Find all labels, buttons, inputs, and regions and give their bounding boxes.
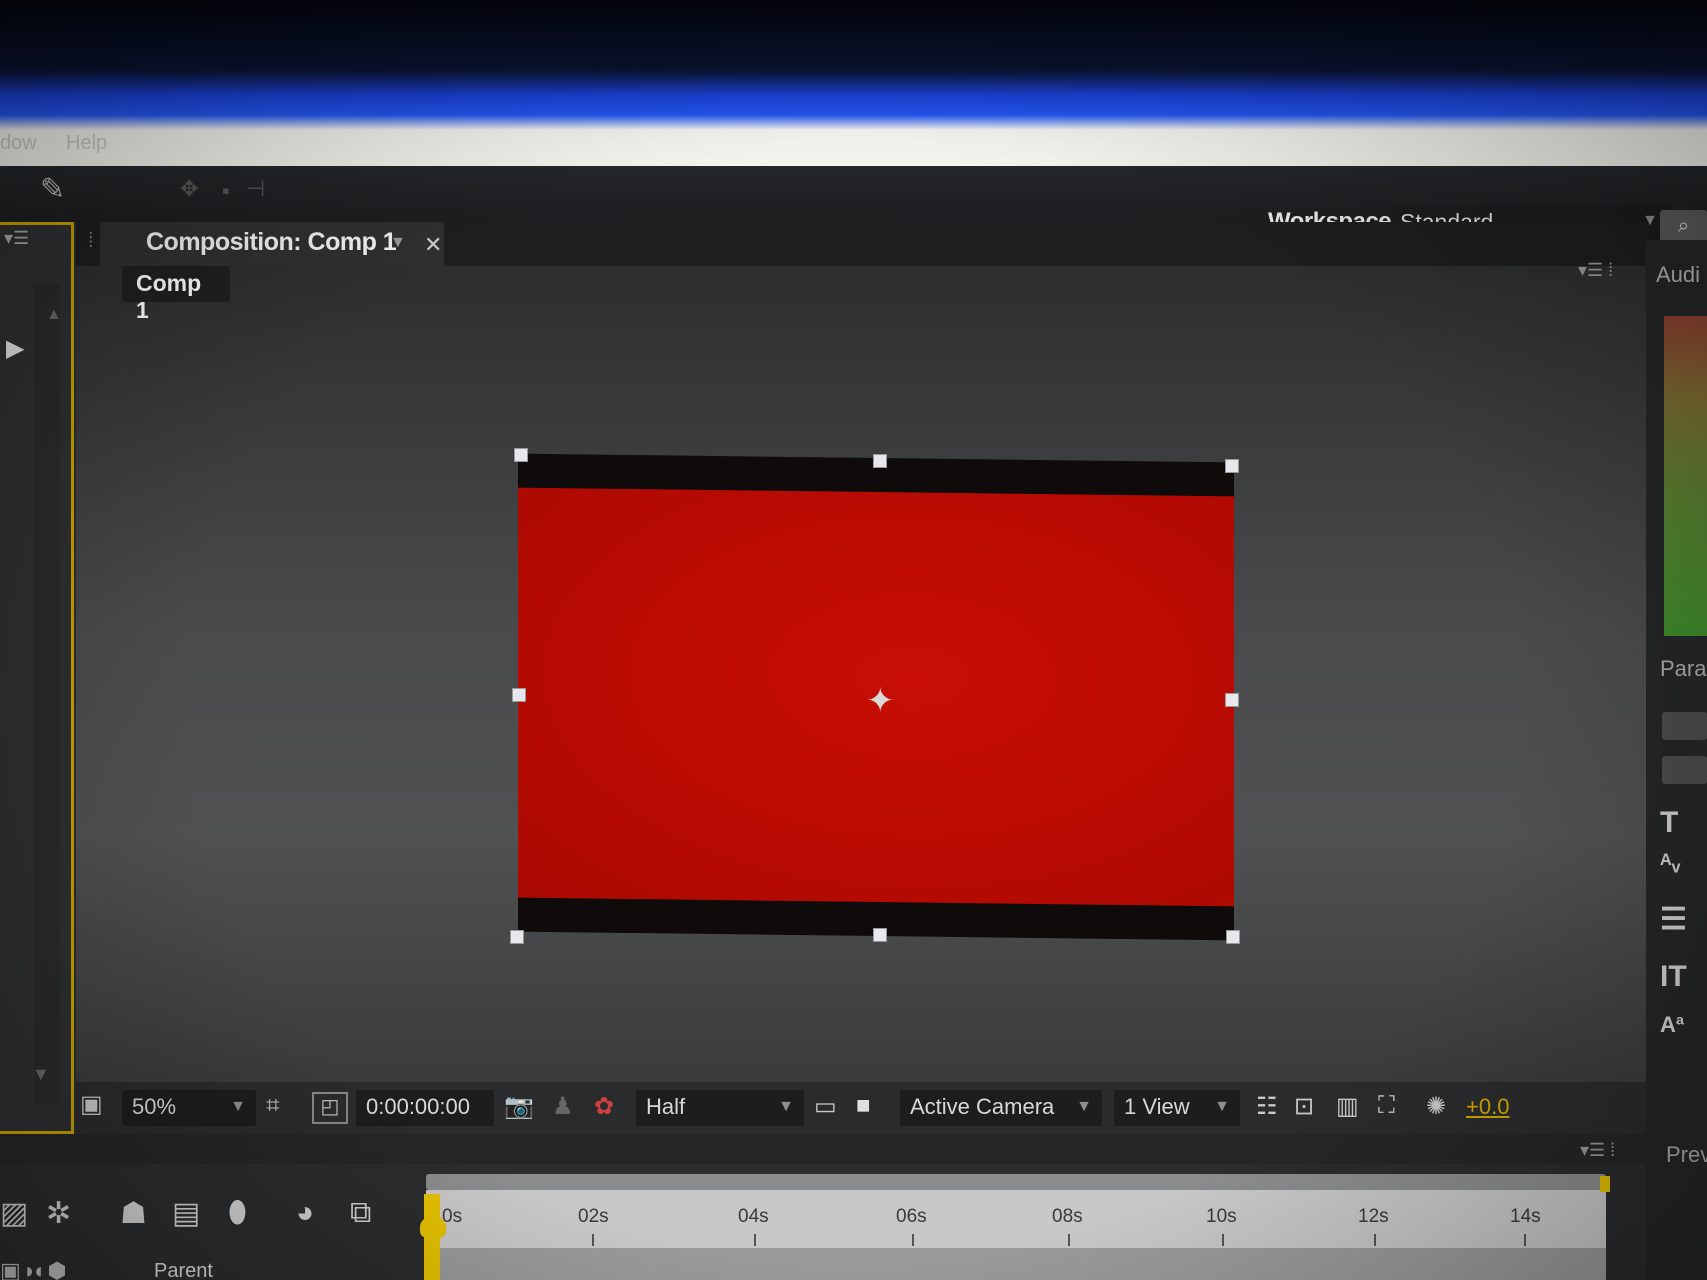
layer-track[interactable] — [426, 1248, 1606, 1280]
handle-top-left[interactable] — [514, 448, 528, 462]
zoom-value: 50% — [132, 1094, 177, 1119]
handle-middle-left[interactable] — [512, 688, 526, 702]
tick-mark — [912, 1234, 914, 1246]
tick-label: 12s — [1358, 1206, 1389, 1227]
toggle-pixel-aspect-icon[interactable]: ☷ — [1256, 1092, 1278, 1121]
tick-mark — [1222, 1234, 1224, 1246]
local-axis-icon[interactable]: ▪ — [222, 178, 230, 204]
panel-menu-icon[interactable]: ▾☰ ⁞ — [1580, 1140, 1615, 1161]
flowchart-icon[interactable]: ⛶ — [1378, 1092, 1395, 1120]
handle-bottom-center[interactable] — [873, 928, 887, 942]
menu-bar: dow Help — [0, 122, 1707, 166]
chevron-down-icon: ▼ — [778, 1098, 794, 1115]
frame-blending-icon[interactable]: ⬮ — [228, 1196, 247, 1230]
tick-label: 08s — [1052, 1206, 1083, 1227]
tick-mark — [592, 1234, 594, 1246]
play-triangle-icon[interactable]: ▶ — [6, 334, 24, 363]
tick-label: 02s — [578, 1206, 609, 1227]
vertical-text-icon[interactable]: IT — [1660, 960, 1687, 994]
magnification-dropdown[interactable]: 50% ▼ — [122, 1090, 256, 1126]
hide-shy-layers-icon[interactable]: ▤ — [172, 1196, 200, 1231]
color-channels-icon[interactable]: ✿ — [594, 1092, 614, 1121]
work-area-bar[interactable] — [426, 1174, 1606, 1190]
mask-visibility-icon[interactable]: ◰ — [312, 1092, 348, 1124]
view-layout-value: 1 View — [1124, 1094, 1190, 1119]
comp-mini-flowchart-icon[interactable]: ▨ — [0, 1196, 28, 1231]
motion-blur-icon[interactable]: ◕ — [296, 1196, 314, 1230]
transparency-grid-icon[interactable]: ■ — [856, 1092, 871, 1120]
panel-menu-icon[interactable]: ▾☰ ⁞ — [1578, 260, 1613, 281]
resolution-dropdown[interactable]: Half ▼ — [636, 1090, 804, 1126]
snapshot-icon[interactable]: 📷 — [504, 1092, 534, 1121]
work-area-end-marker[interactable] — [1600, 1176, 1610, 1192]
show-snapshot-icon[interactable]: ♟ — [552, 1092, 574, 1121]
tick-label: 06s — [896, 1206, 927, 1227]
handle-top-right[interactable] — [1225, 459, 1239, 473]
comp-breadcrumb[interactable]: Comp 1 — [122, 266, 230, 323]
anchor-point-icon[interactable]: ✦ — [866, 684, 895, 718]
exposure-value[interactable]: +0.0 — [1466, 1094, 1509, 1120]
audio-tab[interactable]: Audi — [1656, 262, 1700, 288]
parent-column-header: Parent — [154, 1260, 213, 1280]
graph-editor-icon[interactable]: ⧉ — [350, 1196, 371, 1230]
switches-icons[interactable]: ▣◑◐⬢ — [0, 1258, 67, 1280]
project-scrollbar[interactable] — [34, 285, 60, 1105]
live-update-icon[interactable]: ✲ — [46, 1196, 71, 1231]
preview-tab[interactable]: Prev — [1666, 1142, 1707, 1168]
tick-mark — [1068, 1234, 1070, 1246]
tick-label: 10s — [1206, 1206, 1237, 1227]
tick-mark — [1374, 1234, 1376, 1246]
fast-preview-icon[interactable]: ⊡ — [1294, 1092, 1314, 1121]
align-icon[interactable]: ☰ — [1660, 902, 1687, 937]
chevron-down-icon: ▼ — [230, 1098, 246, 1115]
desktop-screen: dow Help ✎ ✥ ▪ ⊣ Workspace: Standard ▼ ⌕… — [0, 0, 1707, 1280]
text-tool-icon[interactable]: T — [1660, 806, 1678, 840]
safe-margins-icon[interactable]: ⌗ — [266, 1092, 280, 1120]
region-of-interest-icon[interactable]: ▭ — [814, 1092, 837, 1121]
menu-item-help[interactable]: Help — [66, 132, 107, 155]
handle-middle-right[interactable] — [1225, 693, 1239, 707]
panel-menu-icon[interactable]: ▾☰ — [4, 228, 29, 249]
pin-tool-icon[interactable]: ✎ — [40, 172, 65, 207]
search-icon: ⌕ — [1677, 215, 1690, 237]
exposure-icon[interactable]: ✺ — [1426, 1092, 1446, 1121]
paragraph-field[interactable] — [1662, 712, 1707, 740]
tick-label: 14s — [1510, 1206, 1541, 1227]
chevron-down-icon: ▼ — [1076, 1098, 1092, 1115]
draft-3d-icon[interactable]: ☗ — [120, 1196, 147, 1231]
resolution-value: Half — [646, 1094, 686, 1119]
handle-bottom-right[interactable] — [1226, 930, 1240, 944]
paragraph-field[interactable] — [1662, 756, 1707, 784]
handle-bottom-left[interactable] — [510, 930, 524, 944]
composition-tab-title: Composition: Comp 1 — [146, 228, 397, 256]
current-time-display[interactable]: 0:00:00:00 — [356, 1090, 494, 1126]
hand-tool-icon[interactable]: ✥ — [180, 176, 198, 202]
view-layout-dropdown[interactable]: 1 View ▼ — [1114, 1090, 1240, 1126]
timeline-icon[interactable]: ▥ — [1336, 1092, 1359, 1121]
audio-meter — [1664, 316, 1707, 636]
handle-top-center[interactable] — [873, 454, 887, 468]
close-icon[interactable]: ✕ — [424, 232, 442, 258]
always-preview-icon[interactable]: ▣ — [80, 1090, 103, 1119]
tick-label: 04s — [738, 1206, 769, 1227]
menu-item-window[interactable]: dow — [0, 132, 37, 155]
tracking-icon[interactable]: ᴬᵥ — [1660, 850, 1680, 878]
scroll-down-icon[interactable]: ▼ — [32, 1064, 50, 1085]
camera-value: Active Camera — [910, 1094, 1055, 1119]
chevron-down-icon: ▼ — [1214, 1098, 1230, 1115]
scroll-up-icon[interactable]: ▲ — [46, 306, 62, 324]
paragraph-tab[interactable]: Para — [1660, 656, 1706, 682]
camera-dropdown[interactable]: Active Camera ▼ — [900, 1090, 1102, 1126]
tick-mark — [754, 1234, 756, 1246]
tab-menu-icon[interactable]: ▼ — [390, 234, 406, 252]
world-axis-icon[interactable]: ⊣ — [246, 176, 265, 202]
playhead-handle[interactable] — [420, 1216, 446, 1238]
tick-mark — [1524, 1234, 1526, 1246]
search-help-button[interactable]: ⌕ — [1660, 210, 1707, 244]
timeline-tab-bar — [0, 1134, 1646, 1164]
baseline-shift-icon[interactable]: Aª — [1660, 1012, 1684, 1038]
